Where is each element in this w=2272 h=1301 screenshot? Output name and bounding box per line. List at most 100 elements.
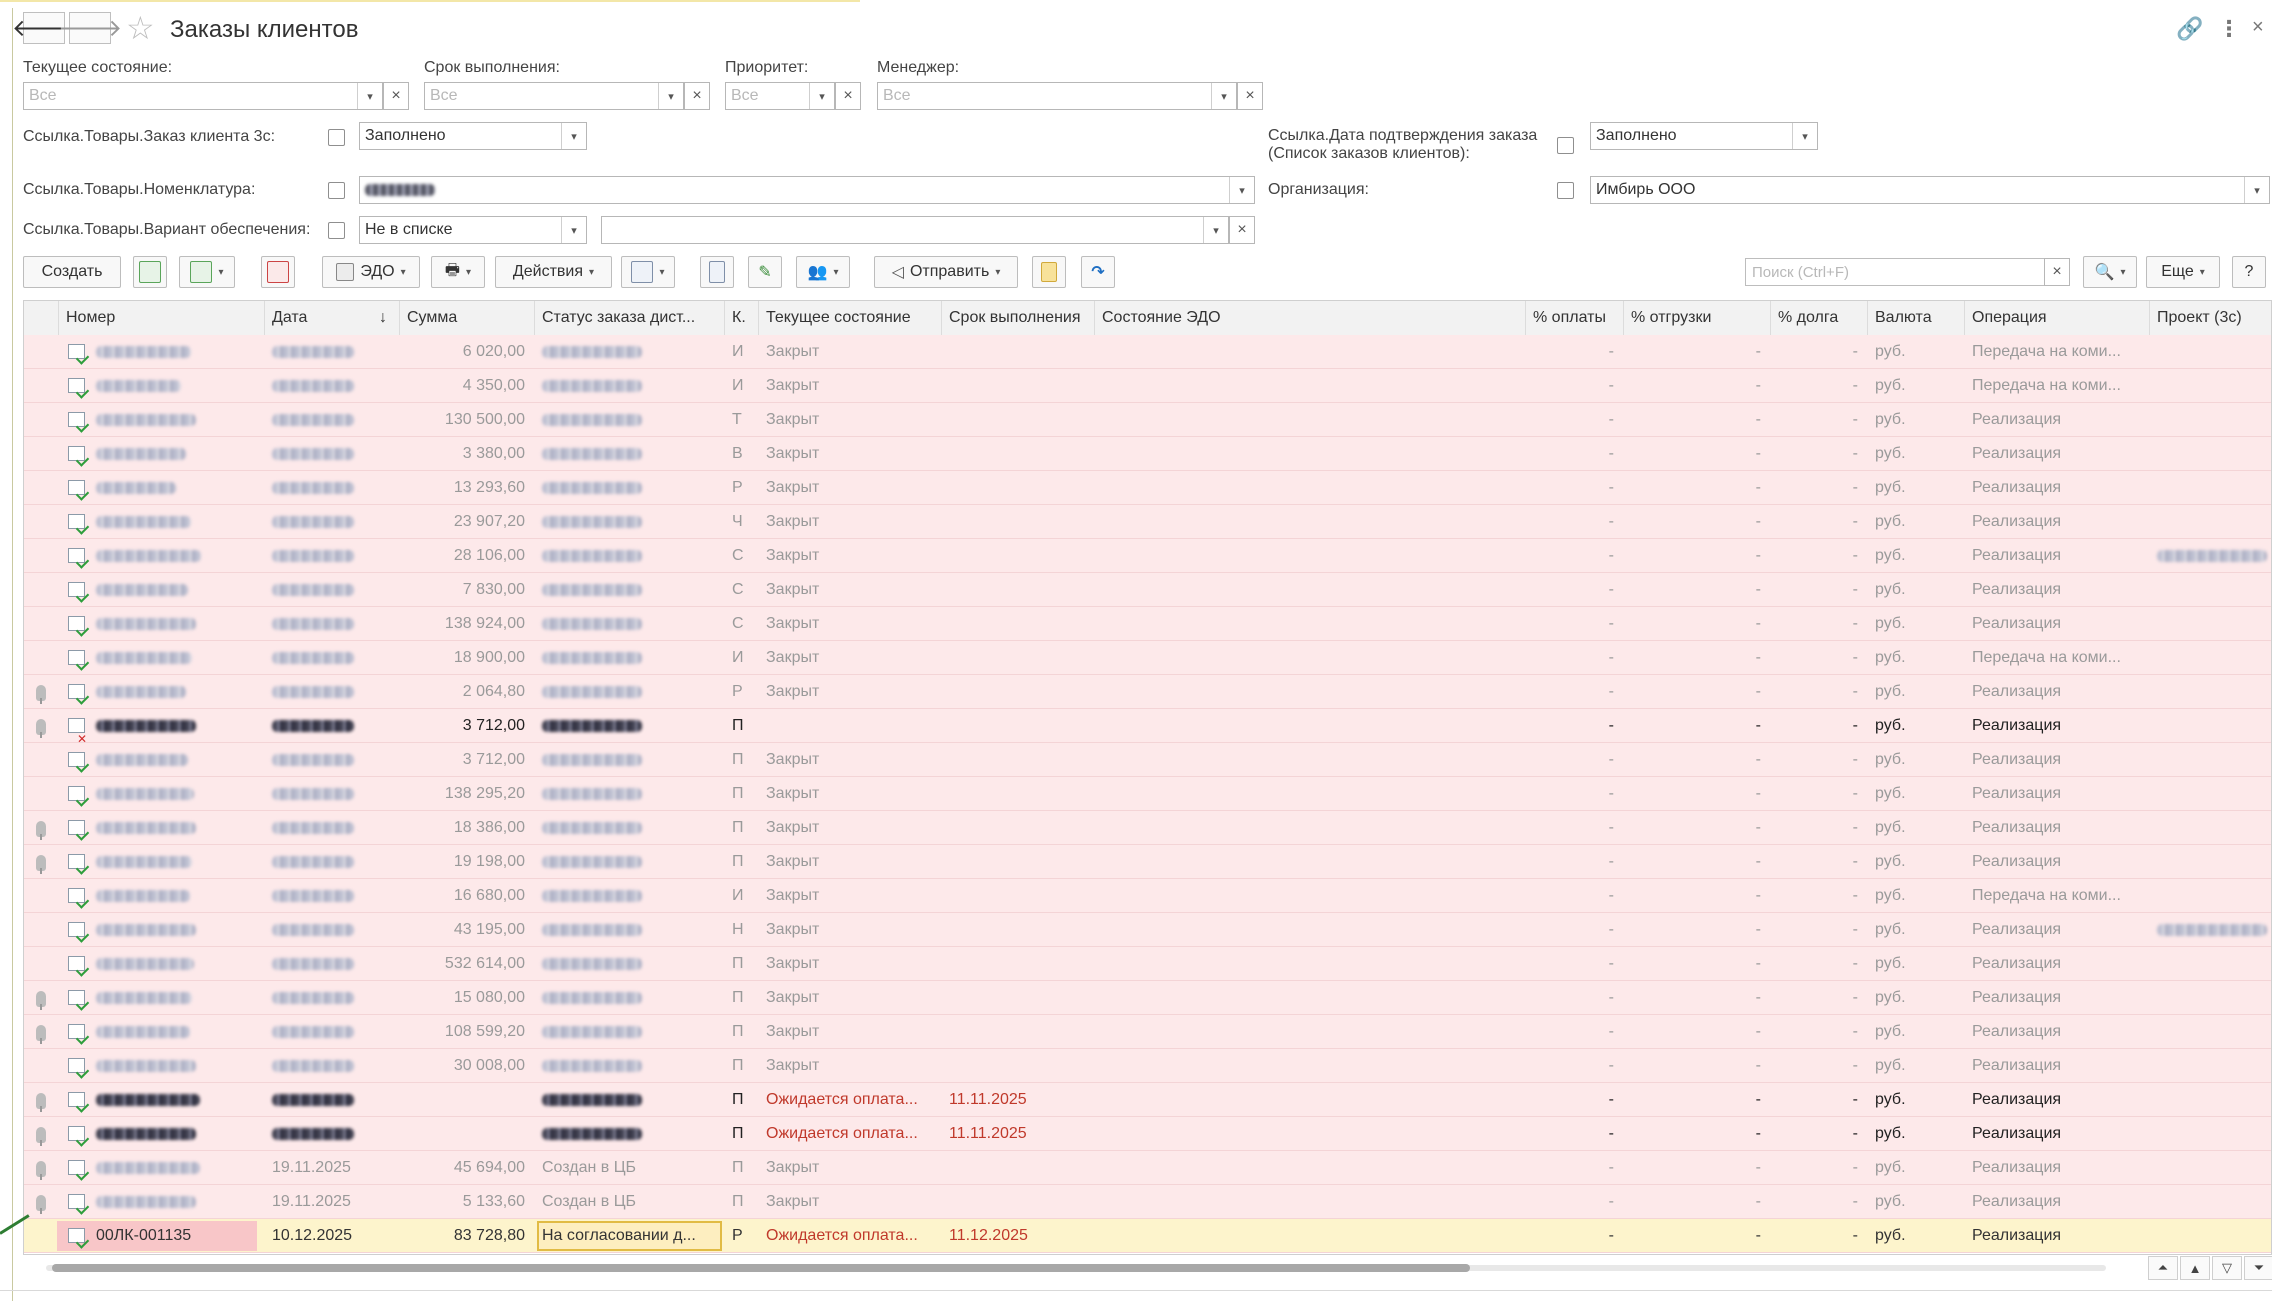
chevron-down-icon[interactable]: ▾ xyxy=(1211,83,1236,109)
table-row[interactable]: 30 008,00 П Закрыт - - - руб. Реализация xyxy=(24,1049,2271,1083)
col-current-state[interactable]: Текущее состояние xyxy=(759,301,942,335)
table-row[interactable]: П Ожидается оплата... 11.11.2025- - - руб. Реа… xyxy=(24,1117,2271,1151)
pin-icon[interactable] xyxy=(36,855,46,874)
pin-icon[interactable] xyxy=(36,719,46,738)
manager-field[interactable]: Все ▾ xyxy=(877,82,1237,110)
variant-clear-button[interactable]: × xyxy=(1229,216,1255,244)
table-row[interactable]: 18 900,00 И Закрыт - - - руб. Передача на коми.… xyxy=(24,641,2271,675)
search-input[interactable]: Поиск (Ctrl+F) xyxy=(1745,258,2068,286)
order3c-checkbox[interactable] xyxy=(328,129,345,146)
chevron-down-icon[interactable]: ▾ xyxy=(1792,123,1817,149)
pin-icon[interactable] xyxy=(36,1195,46,1214)
table-row[interactable]: 108 599,20 П Закрыт - - - руб. Реализация xyxy=(24,1015,2271,1049)
chevron-down-icon[interactable]: ▾ xyxy=(1229,177,1254,203)
table-row[interactable]: 3 712,00 П Закрыт - - - руб. Реализация xyxy=(24,743,2271,777)
horizontal-scrollbar[interactable] xyxy=(30,1262,2106,1274)
note-button[interactable] xyxy=(1032,256,1066,288)
col-date[interactable]: Дата ↓ xyxy=(265,301,400,335)
goto-button[interactable]: ↷ xyxy=(1081,256,1115,288)
col-dist-status[interactable]: Статус заказа дист... xyxy=(535,301,725,335)
chevron-down-icon[interactable]: ▾ xyxy=(561,217,586,243)
col-k[interactable]: К. xyxy=(725,301,759,335)
forward-button[interactable]: 🡒 xyxy=(58,12,122,44)
pin-icon[interactable] xyxy=(36,1025,46,1044)
nomenclature-field[interactable]: ▾ xyxy=(359,176,1255,204)
list-button[interactable] xyxy=(700,256,734,288)
col-project[interactable]: Проект (3с) xyxy=(2150,301,2271,335)
priority-field[interactable]: Все ▾ xyxy=(725,82,835,110)
scrollbar-thumb[interactable] xyxy=(52,1264,1470,1272)
table-row[interactable]: 130 500,00 Т Закрыт - - - руб. Реализация xyxy=(24,403,2271,437)
star-icon[interactable]: ☆ xyxy=(126,12,155,44)
chevron-down-icon[interactable]: ▾ xyxy=(1203,217,1228,243)
create-based-button[interactable]: ▾ xyxy=(179,256,235,288)
table-row[interactable]: 18 386,00 П Закрыт - - - руб. Реализация xyxy=(24,811,2271,845)
chevron-down-icon[interactable]: ▾ xyxy=(809,83,834,109)
chevron-down-icon[interactable]: ▾ xyxy=(658,83,683,109)
create-button[interactable]: Создать xyxy=(23,256,121,288)
table-row[interactable]: 6 020,00 И Закрыт - - - руб. Передача на коми..… xyxy=(24,335,2271,369)
pin-icon[interactable] xyxy=(36,991,46,1010)
deadline-field[interactable]: Все ▾ xyxy=(424,82,684,110)
table-row[interactable]: 28 106,00 С Закрыт - - - руб. Реализация xyxy=(24,539,2271,573)
prev-page-icon[interactable]: ▲ xyxy=(2180,1256,2210,1280)
table-row[interactable]: 532 614,00 П Закрыт - - - руб. Реализация xyxy=(24,947,2271,981)
col-payment-pct[interactable]: % оплаты xyxy=(1526,301,1624,335)
col-edo-state[interactable]: Состояние ЭДО xyxy=(1095,301,1526,335)
chevron-down-icon[interactable]: ▾ xyxy=(561,123,586,149)
table-row[interactable]: 138 924,00 С Закрыт - - - руб. Реализация xyxy=(24,607,2271,641)
col-debt-pct[interactable]: % долга xyxy=(1771,301,1868,335)
col-deadline[interactable]: Срок выполнения xyxy=(942,301,1095,335)
confirm-date-checkbox[interactable] xyxy=(1557,137,1574,154)
organization-field[interactable]: Имбирь ООО ▾ xyxy=(1590,176,2270,204)
link-icon[interactable]: 🔗 xyxy=(2176,16,2203,42)
nomenclature-checkbox[interactable] xyxy=(328,182,345,199)
print-button[interactable]: 🖶 ▾ xyxy=(431,256,485,288)
priority-clear-button[interactable]: × xyxy=(835,82,861,110)
table-row[interactable]: 138 295,20 П Закрыт - - - руб. Реализация xyxy=(24,777,2271,811)
create-copy-button[interactable] xyxy=(133,256,167,288)
scan-button[interactable] xyxy=(261,256,295,288)
col-shipment-pct[interactable]: % отгрузки xyxy=(1624,301,1771,335)
chevron-down-icon[interactable]: ▾ xyxy=(2244,177,2269,203)
edit-button[interactable]: ✎ xyxy=(748,256,782,288)
table-row[interactable]: 7 830,00 С Закрыт - - - руб. Реализация xyxy=(24,573,2271,607)
table-row[interactable]: 19.11.2025 5 133,60 Создан в ЦБ П Закрыт - - - р… xyxy=(24,1185,2271,1219)
deadline-clear-button[interactable]: × xyxy=(684,82,710,110)
users-button[interactable]: 👥 ▾ xyxy=(796,256,850,288)
pin-icon[interactable] xyxy=(36,821,46,840)
documents-button[interactable]: ▾ xyxy=(621,256,675,288)
variant-field[interactable]: Не в списке ▾ xyxy=(359,216,587,244)
current-state-field[interactable]: Все ▾ xyxy=(23,82,383,110)
last-page-icon[interactable]: ⏷ xyxy=(2244,1256,2272,1280)
actions-button[interactable]: Действия ▾ xyxy=(495,256,612,288)
table-row[interactable]: 43 195,00 Н Закрыт - - - руб. Реализация xyxy=(24,913,2271,947)
table-row[interactable]: П Ожидается оплата... 11.11.2025- - - руб. Реа… xyxy=(24,1083,2271,1117)
pin-icon[interactable] xyxy=(36,1127,46,1146)
table-row[interactable]: 3 712,00П---руб.Реализация xyxy=(24,709,2271,743)
next-page-icon[interactable]: ▽ xyxy=(2212,1256,2242,1280)
col-currency[interactable]: Валюта xyxy=(1868,301,1965,335)
help-button[interactable]: ? xyxy=(2232,256,2266,288)
table-row[interactable]: 2 064,80 Р Закрыт - - - руб. Реализация xyxy=(24,675,2271,709)
edo-button[interactable]: ЭДО ▾ xyxy=(322,256,420,288)
table-row[interactable]: 19 198,00 П Закрыт - - - руб. Реализация xyxy=(24,845,2271,879)
table-row[interactable]: 13 293,60 Р Закрыт - - - руб. Реализация xyxy=(24,471,2271,505)
search-button[interactable]: 🔍 ▾ xyxy=(2083,256,2137,288)
col-sum[interactable]: Сумма xyxy=(400,301,535,335)
organization-checkbox[interactable] xyxy=(1557,182,1574,199)
first-page-icon[interactable]: ⏶ xyxy=(2148,1256,2178,1280)
table-row[interactable]: 3 380,00 В Закрыт - - - руб. Реализация xyxy=(24,437,2271,471)
table-row[interactable]: 00ЛК-001135 10.12.2025 83 728,80 На согласо… xyxy=(24,1219,2271,1253)
search-clear-button[interactable]: × xyxy=(2044,258,2070,286)
send-button[interactable]: ◁ Отправить ▾ xyxy=(874,256,1018,288)
col-number[interactable]: Номер xyxy=(59,301,265,335)
variant-checkbox[interactable] xyxy=(328,222,345,239)
table-row[interactable]: 19.11.2025 45 694,00 Создан в ЦБ П Закрыт - - -… xyxy=(24,1151,2271,1185)
pin-icon[interactable] xyxy=(36,685,46,704)
order3c-field[interactable]: Заполнено ▾ xyxy=(359,122,587,150)
table-row[interactable]: 23 907,20 Ч Закрыт - - - руб. Реализация xyxy=(24,505,2271,539)
table-row[interactable]: 4 350,00 И Закрыт - - - руб. Передача на коми..… xyxy=(24,369,2271,403)
table-row[interactable]: 15 080,00 П Закрыт - - - руб. Реализация xyxy=(24,981,2271,1015)
more-vertical-icon[interactable]: ⋮ xyxy=(2218,16,2240,42)
